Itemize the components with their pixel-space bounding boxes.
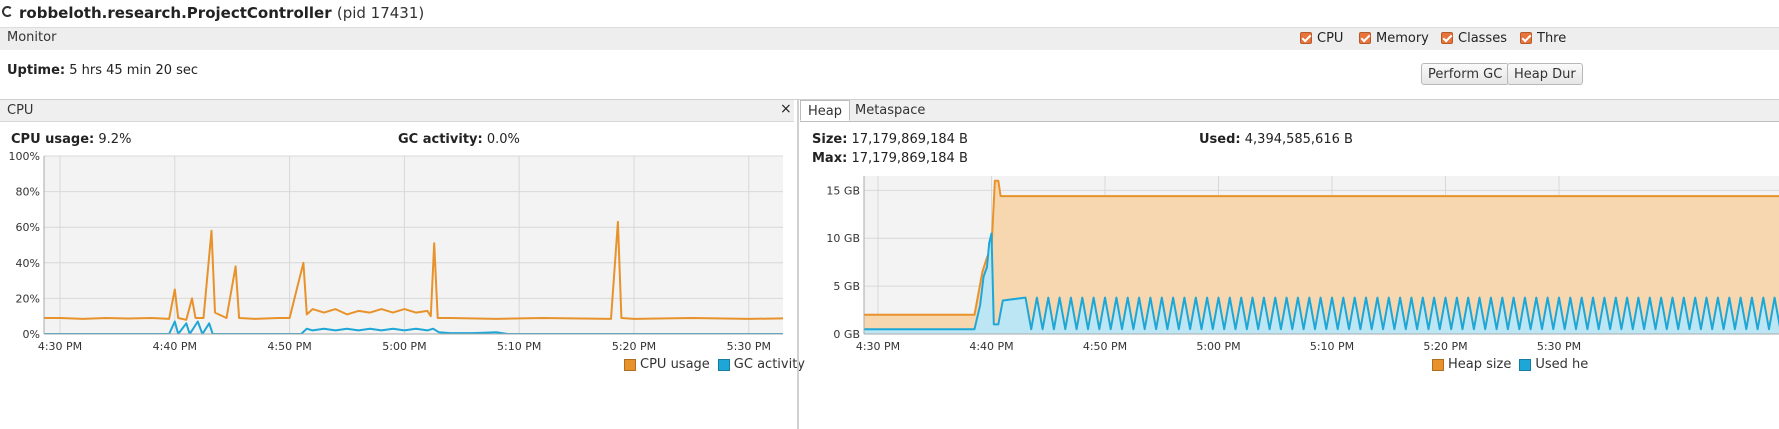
cpu-legend: CPU usage GC activity [624, 357, 805, 372]
x-tick-label: 5:00 PM [1196, 340, 1240, 353]
y-tick-label: 10 GB [826, 232, 860, 245]
legend-swatch-cpu [624, 358, 636, 371]
y-tick-label: 0 GB [833, 328, 860, 341]
y-tick-label: 40% [16, 257, 40, 270]
monitor-bar [0, 27, 1779, 50]
checkbox-checked-icon[interactable] [1359, 32, 1371, 44]
heap-tab-bar [800, 100, 1779, 122]
legend-swatch-heap-size [1432, 358, 1444, 371]
legend-swatch-gc [717, 358, 730, 371]
legend-label-used-heap: Used he [1535, 357, 1589, 372]
process-id: (pid 17431) [336, 4, 425, 22]
heap-max-value: 17,179,869,184 B [851, 151, 968, 166]
cpu-usage-label: CPU usage: [11, 132, 95, 147]
cpu-panel-title: CPU [7, 103, 34, 118]
heap-chart: 4:30 PM 4:40 PM 4:50 PM 5:00 PM 5:10 PM 5:20 … [826, 176, 1779, 353]
legend-label-heap-size: Heap size [1448, 357, 1512, 372]
x-tick-label: 5:30 PM [1537, 340, 1581, 353]
heap-used-label: Used: [1199, 132, 1241, 147]
checkbox-threads-label: Thre [1537, 30, 1567, 46]
y-tick-label: 5 GB [833, 280, 860, 293]
heap-used-value: 4,394,585,616 B [1244, 132, 1353, 147]
checkbox-cpu[interactable]: CPU [1300, 30, 1343, 46]
heap-legend: Heap size Used he [1432, 357, 1588, 372]
perform-gc-button[interactable]: Perform GC [1421, 63, 1510, 85]
x-tick-label: 4:40 PM [969, 340, 1013, 353]
x-tick-label: 5:00 PM [382, 340, 426, 353]
gc-activity-label: GC activity: [398, 132, 483, 147]
heap-used-stat: Used: 4,394,585,616 B [1199, 132, 1353, 147]
heap-max-stat: Max: 17,179,869,184 B [812, 151, 968, 166]
x-tick-label: 5:20 PM [612, 340, 656, 353]
checkbox-checked-icon[interactable] [1441, 32, 1453, 44]
uptime: Uptime: 5 hrs 45 min 20 sec [7, 63, 198, 78]
tab-metaspace[interactable]: Metaspace [848, 100, 932, 121]
x-tick-label: 5:30 PM [727, 340, 771, 353]
checkbox-cpu-label: CPU [1317, 30, 1344, 46]
checkbox-checked-icon[interactable] [1300, 32, 1312, 44]
uptime-label: Uptime: [7, 63, 66, 78]
gc-activity-stat: GC activity: 0.0% [398, 132, 520, 147]
checkbox-checked-icon[interactable] [1520, 32, 1532, 44]
checkbox-classes[interactable]: Classes [1441, 30, 1507, 46]
series-group [864, 179, 1779, 334]
heap-size-stat: Size: 17,179,869,184 B [812, 132, 968, 147]
checkbox-threads[interactable]: Thre [1520, 30, 1566, 46]
window-title: robbeloth.research.ProjectController (pi… [19, 4, 424, 22]
checkbox-classes-label: Classes [1458, 30, 1507, 46]
x-tick-label: 4:30 PM [856, 340, 900, 353]
cpu-usage-value: 9.2% [98, 132, 132, 147]
x-tick-label: 4:50 PM [267, 340, 311, 353]
uptime-value: 5 hrs 45 min 20 sec [69, 63, 199, 78]
panel-splitter[interactable] [797, 100, 799, 429]
cpu-chart: 4:30 PM 4:40 PM 4:50 PM 5:00 PM 5:10 PM 5:20 … [9, 150, 783, 353]
gc-activity-value: 0.0% [486, 132, 520, 147]
x-tick-label: 4:30 PM [38, 340, 82, 353]
legend-label-cpu: CPU usage [640, 357, 710, 372]
y-tick-label: 80% [16, 186, 40, 199]
tab-heap[interactable]: Heap [800, 100, 850, 121]
checkbox-memory-label: Memory [1376, 30, 1429, 46]
monitor-label: Monitor [7, 30, 57, 45]
legend-label-gc: GC activity [733, 357, 805, 372]
heap-max-label: Max: [812, 151, 848, 166]
y-tick-label: 15 GB [826, 184, 860, 197]
y-tick-label: 100% [9, 150, 40, 163]
x-tick-label: 5:10 PM [1310, 340, 1354, 353]
x-tick-label: 4:50 PM [1083, 340, 1127, 353]
legend-swatch-used-heap [1519, 358, 1532, 371]
plot-area: 4:30 PM 4:40 PM 4:50 PM 5:00 PM 5:10 PM 5:20 … [9, 150, 783, 353]
app-name: robbeloth.research.ProjectController [19, 4, 332, 22]
x-tick-label: 5:20 PM [1423, 340, 1467, 353]
cpu-panel-header [0, 100, 794, 122]
y-tick-label: 0% [23, 328, 40, 341]
heap-size-label: Size: [812, 132, 848, 147]
loading-spinner-icon [2, 6, 13, 17]
heap-size-value: 17,179,869,184 B [851, 132, 968, 147]
x-tick-label: 4:40 PM [153, 340, 197, 353]
plot-background [44, 156, 783, 334]
close-icon[interactable]: × [780, 101, 792, 117]
x-tick-label: 5:10 PM [497, 340, 541, 353]
y-tick-label: 20% [16, 292, 40, 305]
heap-dump-button[interactable]: Heap Dur [1507, 63, 1583, 85]
cpu-usage-stat: CPU usage: 9.2% [11, 132, 131, 147]
checkbox-memory[interactable]: Memory [1359, 30, 1429, 46]
y-tick-label: 60% [16, 221, 40, 234]
